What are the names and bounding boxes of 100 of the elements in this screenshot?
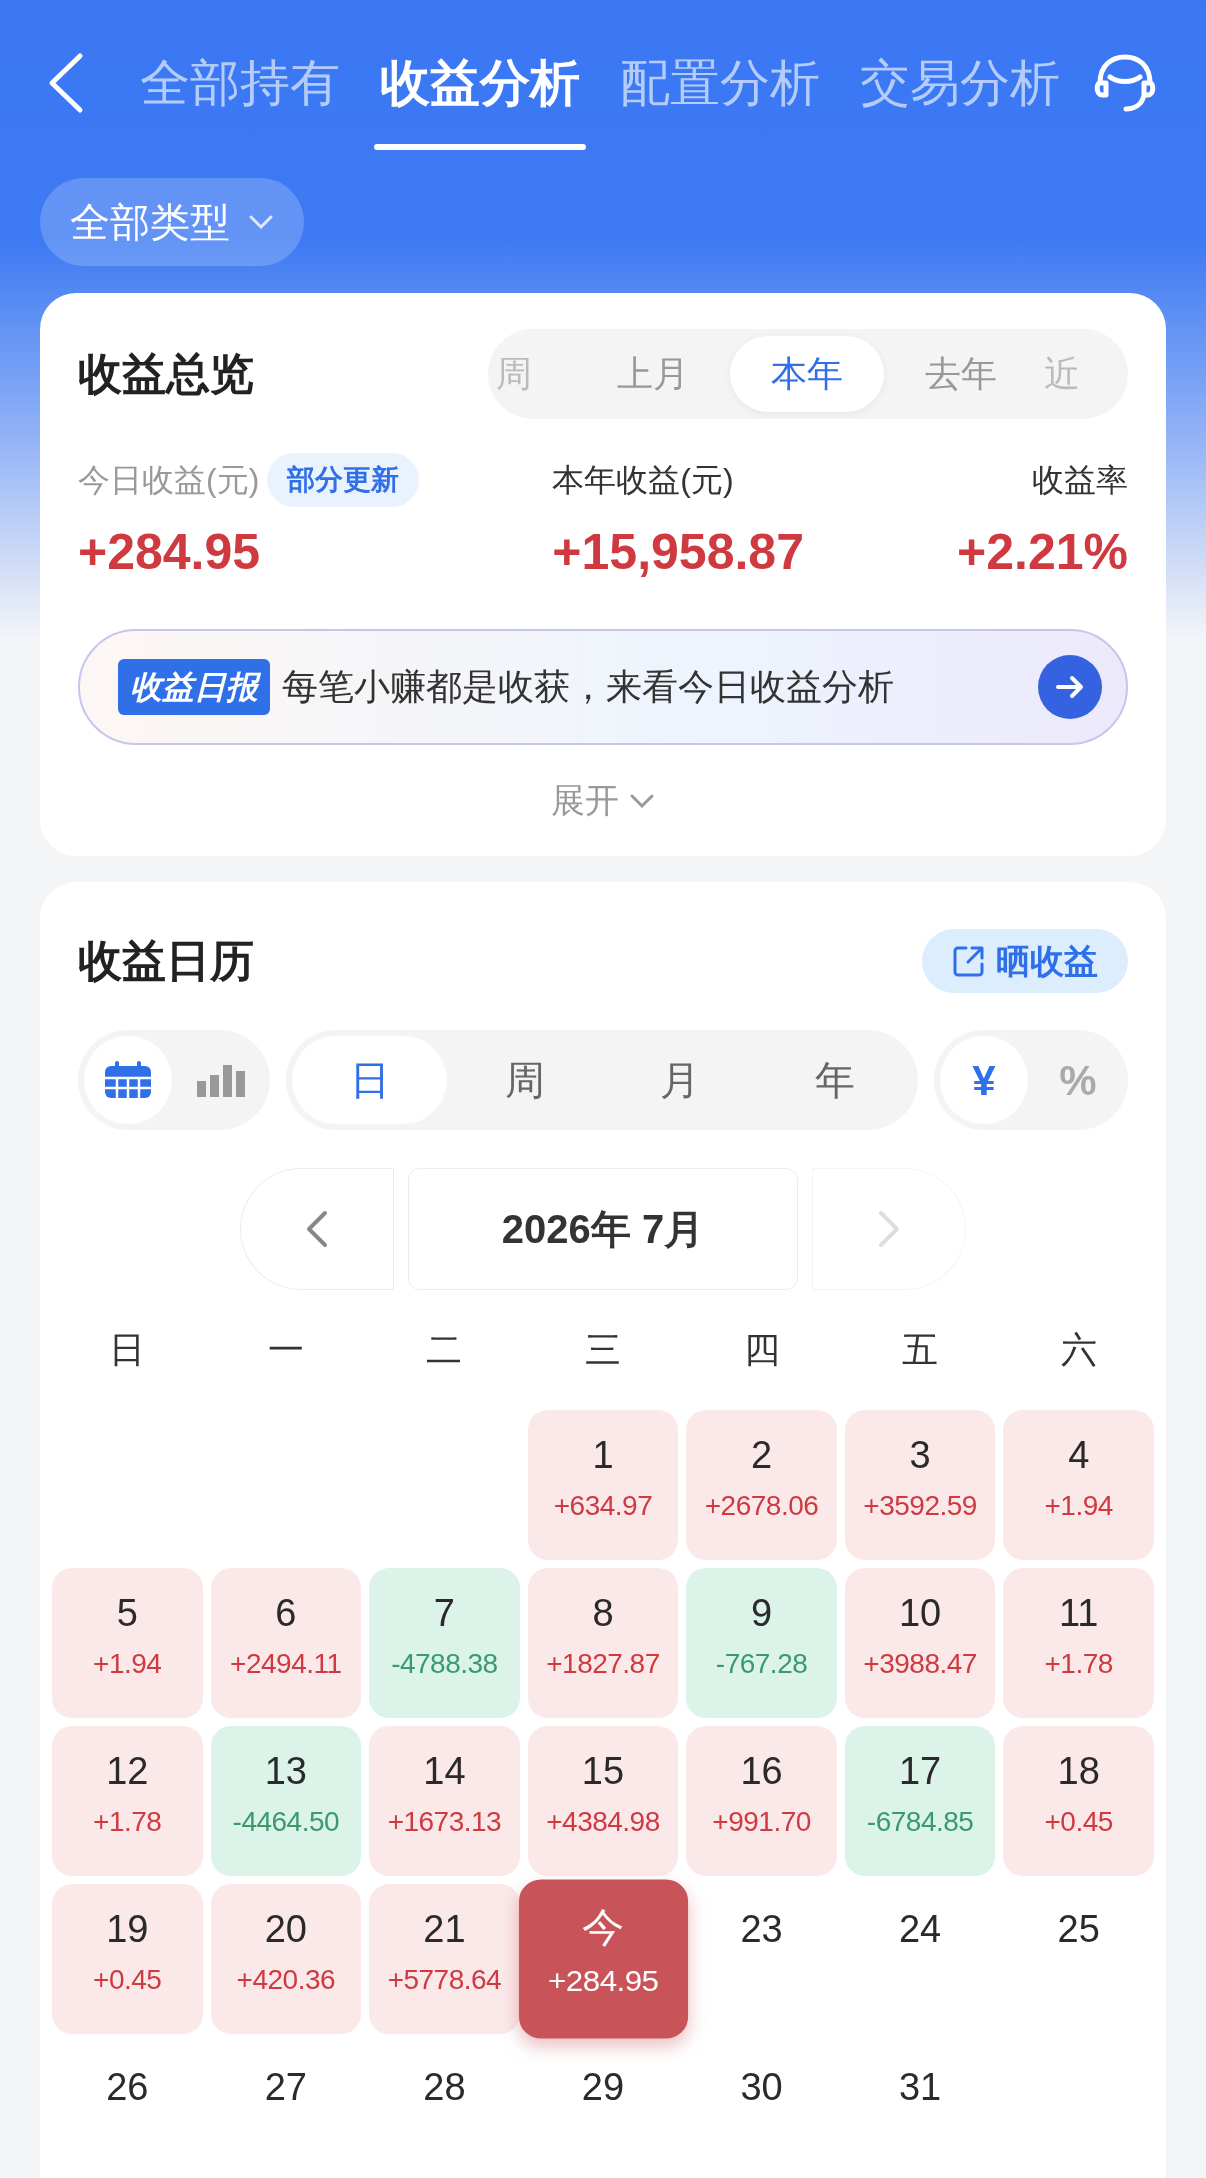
calendar-day[interactable]: 8 +1827.87 xyxy=(527,1568,679,1718)
calendar-day[interactable]: 23 xyxy=(686,1884,837,2034)
calendar-day[interactable]: 10 +3988.47 xyxy=(844,1568,996,1718)
day-number: 11 xyxy=(1058,1594,1099,1632)
day-number: 3 xyxy=(909,1436,931,1474)
day-number: 29 xyxy=(581,2068,625,2106)
day-amount: +991.70 xyxy=(712,1808,811,1836)
day-number: 24 xyxy=(899,1910,942,1948)
calendar-day[interactable]: 16 +991.70 xyxy=(686,1726,837,1876)
day-number: 2 xyxy=(751,1436,773,1474)
calendar-day[interactable]: 29 xyxy=(527,2042,679,2178)
calendar-day[interactable]: 4 +1.94 xyxy=(1003,1410,1154,1560)
day-number: 16 xyxy=(740,1752,783,1790)
day-amount: +1.94 xyxy=(1044,1492,1113,1520)
day-number: 28 xyxy=(423,2068,466,2106)
arrow-right-icon[interactable] xyxy=(1038,655,1102,719)
granularity-tab[interactable]: 年 xyxy=(757,1036,912,1124)
chevron-down-icon xyxy=(248,214,274,230)
calendar-day[interactable]: 1 +634.97 xyxy=(527,1410,679,1560)
day-amount: +1.94 xyxy=(93,1650,162,1678)
metric-value: +15,958.87 xyxy=(552,527,804,577)
day-number: 19 xyxy=(106,1910,149,1948)
calendar-day[interactable]: 26 xyxy=(52,2042,203,2178)
calendar-day[interactable]: 5 +1.94 xyxy=(52,1568,203,1718)
calendar-day[interactable]: 17 -6784.85 xyxy=(844,1726,996,1876)
calendar-day[interactable]: 27 xyxy=(210,2042,362,2178)
day-number: 9 xyxy=(751,1594,773,1632)
period-tab[interactable]: 本年 xyxy=(730,336,884,412)
day-number: 23 xyxy=(740,1910,783,1948)
day-number: 20 xyxy=(264,1910,307,1948)
day-number: 5 xyxy=(116,1594,138,1632)
day-number: 今 xyxy=(581,1907,625,1948)
view-toggle[interactable] xyxy=(84,1036,172,1124)
day-amount: +5778.64 xyxy=(387,1966,502,1994)
month-label: 2026年 7月 xyxy=(408,1168,798,1290)
day-amount: -4464.50 xyxy=(232,1808,340,1836)
metric-value: +2.21% xyxy=(957,527,1128,577)
calendar-day[interactable]: 21 +5778.64 xyxy=(369,1884,520,2034)
day-number: 6 xyxy=(275,1594,297,1632)
weekday-label: 日 xyxy=(108,1328,147,1372)
day-number: 7 xyxy=(433,1594,455,1632)
report-text: 每笔小赚都是收获，来看今日收益分析 xyxy=(282,665,895,709)
share-icon xyxy=(952,944,986,978)
calendar-day[interactable]: 14 +1673.13 xyxy=(369,1726,520,1876)
weekday-label: 三 xyxy=(584,1328,622,1372)
calendar-day[interactable]: 24 xyxy=(844,1884,996,2034)
granularity-tab[interactable]: 月 xyxy=(602,1036,757,1124)
chevron-right-icon xyxy=(877,1209,901,1249)
calendar-day[interactable]: 7 -4788.38 xyxy=(369,1568,520,1718)
day-number: 8 xyxy=(592,1594,614,1632)
share-button[interactable]: 晒收益 xyxy=(922,929,1128,993)
day-number: 4 xyxy=(1068,1436,1090,1474)
calendar-day[interactable]: 12 +1.78 xyxy=(52,1726,203,1876)
calendar-day[interactable]: 今 +284.95 xyxy=(518,1879,688,2039)
granularity-tab[interactable]: 日 xyxy=(292,1036,447,1124)
calendar-day[interactable]: 18 +0.45 xyxy=(1003,1726,1154,1876)
weekday-label: 一 xyxy=(266,1328,305,1372)
day-amount: +1.78 xyxy=(93,1808,162,1836)
calendar-day[interactable]: 3 +3592.59 xyxy=(844,1410,996,1560)
calendar-day[interactable]: 20 +420.36 xyxy=(210,1884,362,2034)
calendar-day[interactable]: 19 +0.45 xyxy=(52,1884,203,2034)
header-tab[interactable]: 收益分析 xyxy=(380,38,580,128)
day-amount: +0.45 xyxy=(93,1966,162,1994)
day-number: 12 xyxy=(106,1752,149,1790)
calendar-icon xyxy=(103,1060,153,1100)
day-number: 17 xyxy=(899,1752,942,1790)
day-number: 1 xyxy=(592,1436,614,1474)
calendar-day[interactable]: 13 -4464.50 xyxy=(210,1726,362,1876)
day-amount: +284.95 xyxy=(547,1966,659,1997)
day-number: 21 xyxy=(423,1910,466,1948)
calendar-day[interactable]: 9 -767.28 xyxy=(686,1568,837,1718)
calendar-day[interactable]: 11 +1.78 xyxy=(1003,1568,1154,1718)
day-amount: +420.36 xyxy=(236,1966,336,1994)
day-amount: +3592.59 xyxy=(863,1492,977,1520)
calendar-day[interactable]: 25 xyxy=(1003,1884,1154,2034)
day-amount: +634.97 xyxy=(553,1492,653,1520)
day-number: 18 xyxy=(1057,1752,1100,1790)
calendar-day[interactable]: 31 xyxy=(844,2042,996,2178)
day-amount: +1673.13 xyxy=(387,1808,502,1836)
unit-toggle[interactable]: ¥ xyxy=(940,1036,1028,1124)
chevron-left-icon xyxy=(305,1209,329,1249)
day-amount: +2678.06 xyxy=(704,1492,819,1520)
daily-report-banner[interactable]: 收益日报 每笔小赚都是收获，来看今日收益分析 xyxy=(78,629,1128,745)
calendar-day[interactable]: 15 +4384.98 xyxy=(527,1726,679,1876)
update-badge: 部分更新 xyxy=(267,453,420,507)
day-number: 15 xyxy=(581,1752,625,1790)
day-amount: -767.28 xyxy=(715,1650,808,1678)
headset-icon[interactable] xyxy=(1092,53,1158,113)
report-tag: 收益日报 xyxy=(118,659,270,715)
day-number: 26 xyxy=(106,2068,149,2106)
weekday-label: 五 xyxy=(901,1328,940,1372)
weekday-label: 六 xyxy=(1059,1328,1098,1372)
day-number: 13 xyxy=(264,1752,307,1790)
calendar-day[interactable]: 6 +2494.11 xyxy=(210,1568,362,1718)
granularity-tab[interactable]: 周 xyxy=(447,1036,602,1124)
calendar-day[interactable]: 2 +2678.06 xyxy=(686,1410,837,1560)
calendar-day[interactable]: 30 xyxy=(686,2042,837,2178)
metric-label: 本年收益(元) xyxy=(552,461,734,500)
metric-label: 今日收益(元) xyxy=(78,461,260,500)
calendar-day[interactable]: 28 xyxy=(369,2042,520,2178)
